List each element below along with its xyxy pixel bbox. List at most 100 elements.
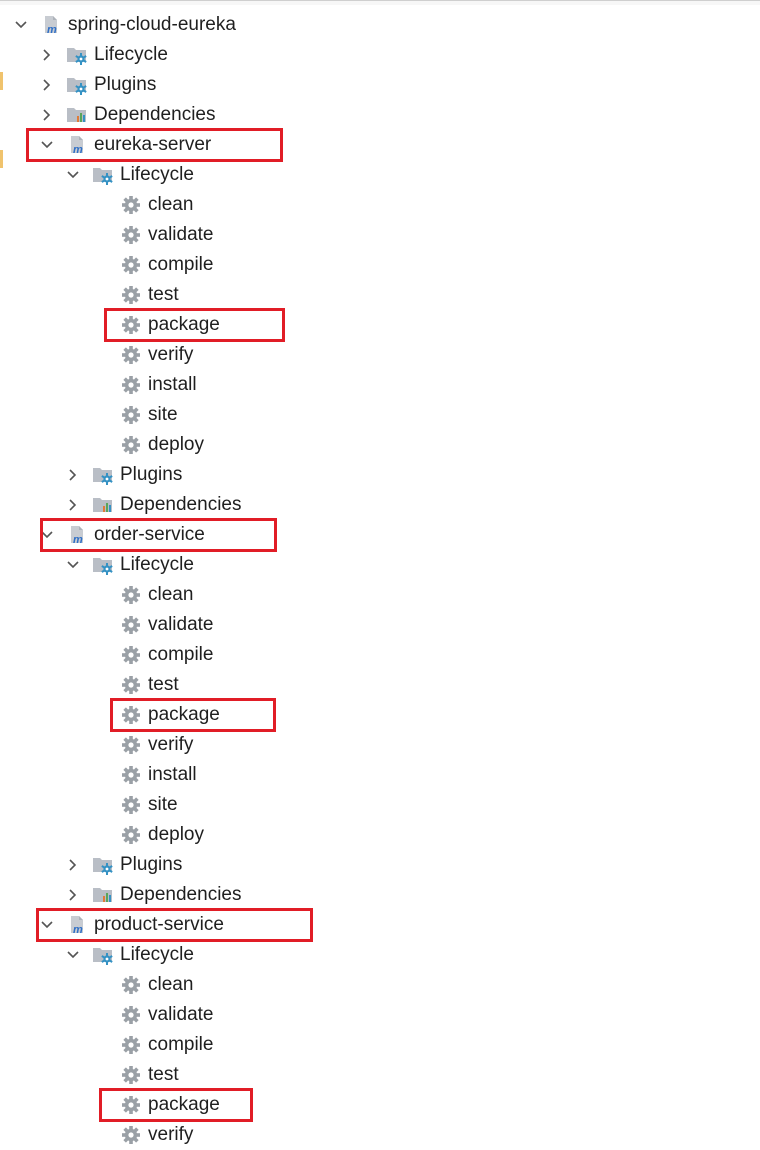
tree-node-goal-test-label: test: [148, 674, 179, 695]
chevron-down-icon[interactable]: [66, 558, 80, 572]
highlight-box: [26, 128, 283, 162]
gear-icon: [120, 584, 142, 606]
gear-icon: [120, 1004, 142, 1026]
chevron-right-icon[interactable]: [66, 498, 80, 512]
highlight-box: [36, 908, 313, 942]
tree-node-goal-validate[interactable]: validate: [0, 1000, 760, 1030]
tree-node-goal-verify[interactable]: verify: [0, 1120, 760, 1150]
tree-node-lifecycle[interactable]: Lifecycle: [0, 940, 760, 970]
tree-node-lifecycle[interactable]: Lifecycle: [0, 40, 760, 70]
tree-node-goal-compile-label: compile: [148, 1034, 214, 1055]
chevron-right-icon[interactable]: [40, 108, 54, 122]
tree-node-goal-install[interactable]: install: [0, 370, 760, 400]
gear-icon: [120, 224, 142, 246]
tree-node-dependencies-label: Dependencies: [120, 884, 242, 905]
tree-node-goal-install[interactable]: install: [0, 760, 760, 790]
gear-icon: [120, 734, 142, 756]
tree-node-goal-verify-label: verify: [148, 734, 194, 755]
tree-node-goal-verify-label: verify: [148, 1124, 194, 1145]
tree-node-root[interactable]: m spring-cloud-eureka: [0, 10, 760, 40]
tree-node-goal-verify[interactable]: verify: [0, 730, 760, 760]
gear-icon: [120, 1034, 142, 1056]
highlight-box: [104, 308, 285, 342]
chevron-down-icon[interactable]: [66, 948, 80, 962]
chevron-right-icon[interactable]: [66, 468, 80, 482]
chevron-down-icon[interactable]: [66, 168, 80, 182]
tree-node-dependencies-label: Dependencies: [120, 494, 242, 515]
gear-icon: [120, 674, 142, 696]
tree-node-lifecycle-label: Lifecycle: [120, 164, 194, 185]
tree-node-goal-install-label: install: [148, 764, 197, 785]
gear-icon: [120, 644, 142, 666]
tree-node-goal-test-label: test: [148, 284, 179, 305]
tree-node-goal-validate[interactable]: validate: [0, 610, 760, 640]
chevron-right-icon[interactable]: [66, 888, 80, 902]
tree-node-goal-deploy-label: deploy: [148, 434, 204, 455]
gear-icon: [120, 974, 142, 996]
tree-node-plugins[interactable]: Plugins: [0, 70, 760, 100]
highlight-box: [99, 1088, 253, 1122]
chevron-down-icon[interactable]: [14, 18, 28, 32]
tree-node-lifecycle[interactable]: Lifecycle: [0, 550, 760, 580]
tree-node-goal-deploy[interactable]: deploy: [0, 430, 760, 460]
tree-node-goal-compile[interactable]: compile: [0, 640, 760, 670]
tree-node-goal-compile[interactable]: compile: [0, 250, 760, 280]
tree-node-lifecycle-label: Lifecycle: [120, 554, 194, 575]
tree-node-goal-compile[interactable]: compile: [0, 1030, 760, 1060]
tree-node-goal-clean-label: clean: [148, 584, 194, 605]
gear-icon: [120, 254, 142, 276]
tree-node-goal-verify[interactable]: verify: [0, 340, 760, 370]
maven-module-icon: m: [40, 14, 62, 36]
tree-node-lifecycle[interactable]: Lifecycle: [0, 160, 760, 190]
tree-node-dependencies[interactable]: Dependencies: [0, 880, 760, 910]
gear-icon: [120, 1124, 142, 1146]
tree-node-lifecycle-label: Lifecycle: [94, 44, 168, 65]
gear-icon: [120, 1064, 142, 1086]
tree-node-goal-clean-label: clean: [148, 194, 194, 215]
gear-icon: [120, 374, 142, 396]
tree-node-goal-test[interactable]: test: [0, 280, 760, 310]
chevron-right-icon[interactable]: [66, 858, 80, 872]
highlight-box: [40, 518, 277, 552]
gear-icon: [120, 764, 142, 786]
tree-node-goal-clean[interactable]: clean: [0, 970, 760, 1000]
lifecycle-folder-icon: [92, 944, 114, 966]
chevron-right-icon[interactable]: [40, 48, 54, 62]
tree-node-goal-clean[interactable]: clean: [0, 190, 760, 220]
tree-node-goal-validate-label: validate: [148, 614, 214, 635]
tree-node-goal-site[interactable]: site: [0, 790, 760, 820]
tree-node-goal-clean[interactable]: clean: [0, 580, 760, 610]
tree-node-goal-install-label: install: [148, 374, 197, 395]
tree-node-plugins[interactable]: Plugins: [0, 460, 760, 490]
tree-node-goal-validate-label: validate: [148, 1004, 214, 1025]
gear-icon: [120, 614, 142, 636]
tree-node-lifecycle-label: Lifecycle: [120, 944, 194, 965]
tree-node-goal-site[interactable]: site: [0, 400, 760, 430]
tree-node-goal-site-label: site: [148, 794, 178, 815]
tree-node-goal-test[interactable]: test: [0, 1060, 760, 1090]
chevron-right-icon[interactable]: [40, 78, 54, 92]
gear-icon: [120, 794, 142, 816]
tree-node-goal-verify-label: verify: [148, 344, 194, 365]
tree-node-goal-test[interactable]: test: [0, 670, 760, 700]
lifecycle-folder-icon: [92, 554, 114, 576]
tree-node-plugins[interactable]: Plugins: [0, 850, 760, 880]
tree-node-dependencies-label: Dependencies: [94, 104, 216, 125]
tree-node-goal-site-label: site: [148, 404, 178, 425]
tree-node-goal-clean-label: clean: [148, 974, 194, 995]
gear-icon: [120, 824, 142, 846]
gear-icon: [120, 284, 142, 306]
dependencies-folder-icon: [92, 494, 114, 516]
tree-node-goal-deploy[interactable]: deploy: [0, 820, 760, 850]
gear-icon: [120, 344, 142, 366]
tree-node-goal-test-label: test: [148, 1064, 179, 1085]
tree-node-dependencies[interactable]: Dependencies: [0, 100, 760, 130]
gear-icon: [120, 404, 142, 426]
plugins-folder-icon: [92, 464, 114, 486]
tree-node-goal-validate[interactable]: validate: [0, 220, 760, 250]
plugins-folder-icon: [92, 854, 114, 876]
svg-text:m: m: [47, 24, 57, 36]
tree-node-goal-deploy-label: deploy: [148, 824, 204, 845]
gear-icon: [120, 434, 142, 456]
tree-node-dependencies[interactable]: Dependencies: [0, 490, 760, 520]
